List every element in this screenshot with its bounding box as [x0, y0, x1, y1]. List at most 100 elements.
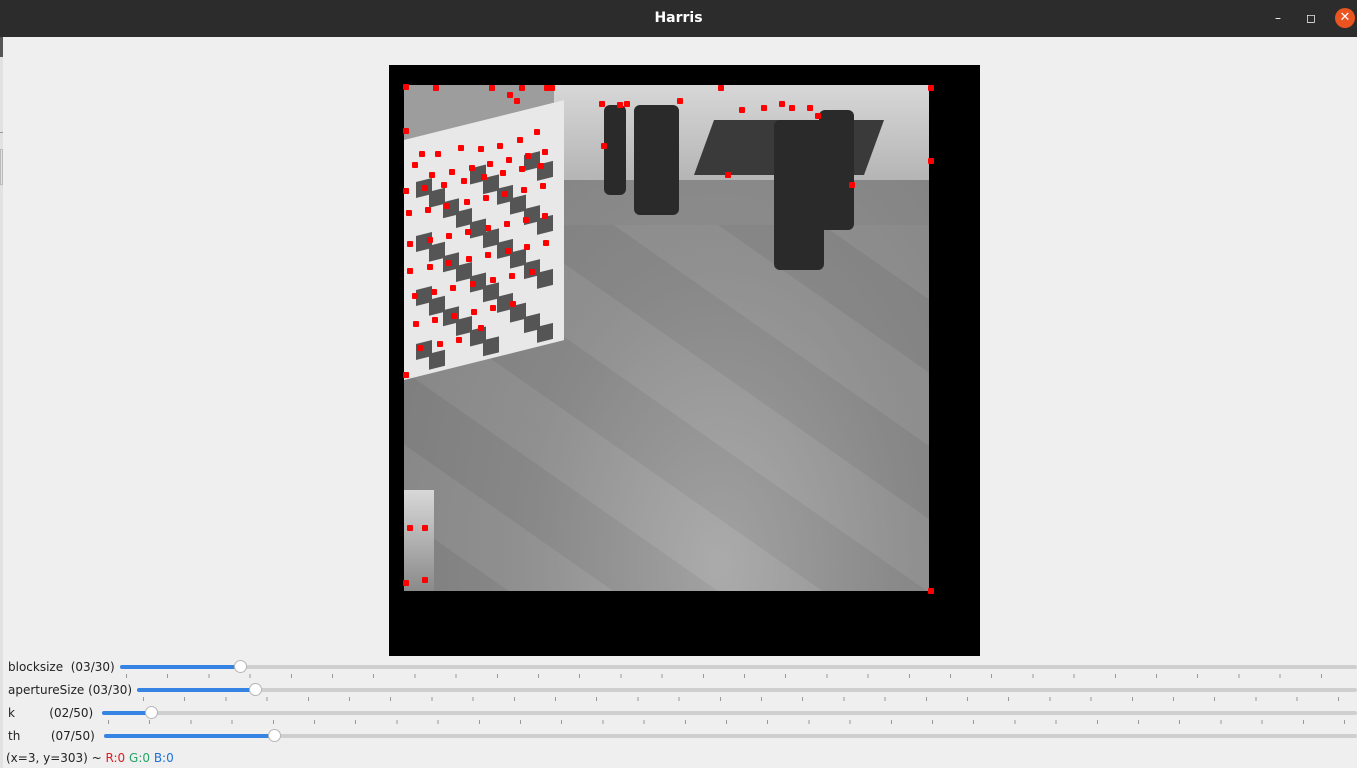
- corner-marker: [540, 183, 546, 189]
- trackbar-th[interactable]: th (07/50): [0, 728, 1357, 751]
- trackbar-fill: [104, 734, 274, 738]
- corner-marker: [427, 264, 433, 270]
- trackbar-track[interactable]: [137, 683, 1357, 696]
- corner-marker: [519, 166, 525, 172]
- edge-marker: [0, 37, 3, 57]
- corner-marker: [478, 325, 484, 331]
- corner-marker: [928, 588, 934, 594]
- corner-marker: [485, 225, 491, 231]
- window-title: Harris: [654, 10, 703, 26]
- corner-marker: [761, 105, 767, 111]
- trackbar-handle[interactable]: [145, 706, 158, 719]
- trackbar-blocksize[interactable]: blocksize (03/30): [0, 659, 1357, 682]
- corner-marker: [437, 341, 443, 347]
- corner-marker: [599, 101, 605, 107]
- corner-marker: [465, 229, 471, 235]
- corner-marker: [441, 182, 447, 188]
- trackbar-ticks: [108, 720, 1357, 724]
- trackbar-label: th (07/50): [8, 729, 95, 743]
- corner-marker: [849, 182, 855, 188]
- corner-marker: [534, 129, 540, 135]
- window-titlebar[interactable]: Harris – ◻ ✕: [0, 0, 1357, 37]
- trackbar-ticks: [143, 697, 1357, 701]
- corner-marker: [538, 163, 544, 169]
- corner-marker: [433, 85, 439, 91]
- maximize-icon[interactable]: ◻: [1301, 8, 1321, 28]
- status-bar: (x=3, y=303) ~ R:0 G:0 B:0: [6, 751, 174, 765]
- corner-marker: [481, 174, 487, 180]
- corner-marker: [617, 102, 623, 108]
- corner-marker: [431, 289, 437, 295]
- corner-marker: [509, 273, 515, 279]
- corner-marker: [524, 244, 530, 250]
- corner-marker: [471, 309, 477, 315]
- corner-marker: [417, 345, 423, 351]
- trackbar-handle[interactable]: [234, 660, 247, 673]
- corner-marker: [542, 149, 548, 155]
- checker-square: [537, 268, 553, 289]
- minimize-icon[interactable]: –: [1268, 8, 1288, 28]
- corner-marker: [523, 217, 529, 223]
- edge-divider: [0, 132, 3, 133]
- corner-marker: [549, 85, 555, 91]
- corner-marker: [403, 128, 409, 134]
- corner-marker: [677, 98, 683, 104]
- corner-marker: [542, 213, 548, 219]
- corner-marker: [422, 185, 428, 191]
- trackbar-ticks: [126, 674, 1357, 678]
- corner-marker: [739, 107, 745, 113]
- trackbar-handle[interactable]: [249, 683, 262, 696]
- trackbar-handle[interactable]: [268, 729, 281, 742]
- trackbar-label: blocksize (03/30): [8, 660, 115, 674]
- image-canvas[interactable]: [389, 65, 980, 656]
- status-red: R:0: [105, 751, 126, 765]
- corner-marker: [504, 221, 510, 227]
- corner-marker: [403, 372, 409, 378]
- checker-square: [537, 322, 553, 343]
- corner-marker: [429, 172, 435, 178]
- corner-marker: [403, 580, 409, 586]
- camera-image: [404, 85, 929, 591]
- corner-marker: [432, 317, 438, 323]
- corner-marker: [458, 145, 464, 151]
- corner-marker: [506, 157, 512, 163]
- corner-marker: [466, 256, 472, 262]
- corner-marker: [543, 240, 549, 246]
- trackbar-aperturesize[interactable]: apertureSize (03/30): [0, 682, 1357, 705]
- corner-marker: [485, 252, 491, 258]
- corner-marker: [624, 101, 630, 107]
- corner-marker: [407, 268, 413, 274]
- checker-square: [483, 336, 499, 357]
- status-green: G:0: [129, 751, 150, 765]
- corner-marker: [521, 187, 527, 193]
- trackbar-track[interactable]: [102, 706, 1357, 719]
- corner-marker: [507, 92, 513, 98]
- trackbar-track[interactable]: [120, 660, 1357, 673]
- corner-marker: [505, 248, 511, 254]
- corner-marker: [403, 188, 409, 194]
- corner-marker: [529, 269, 535, 275]
- corner-marker: [487, 161, 493, 167]
- trackbar-fill: [137, 688, 255, 692]
- trackbar-track[interactable]: [104, 729, 1357, 742]
- image-device: [404, 490, 434, 591]
- status-blue: B:0: [153, 751, 174, 765]
- corner-marker: [407, 525, 413, 531]
- close-icon[interactable]: ✕: [1335, 8, 1355, 28]
- corner-marker: [413, 321, 419, 327]
- corner-marker: [444, 203, 450, 209]
- trackbar-label: k (02/50): [8, 706, 94, 720]
- corner-marker: [815, 113, 821, 119]
- corner-marker: [490, 277, 496, 283]
- trackbar-label: apertureSize (03/30): [8, 683, 133, 697]
- image-chair: [604, 105, 626, 195]
- corner-marker: [490, 305, 496, 311]
- image-chair: [819, 110, 854, 230]
- corner-marker: [517, 137, 523, 143]
- trackbar-k[interactable]: k (02/50): [0, 705, 1357, 728]
- corner-marker: [725, 172, 731, 178]
- corner-marker: [928, 85, 934, 91]
- corner-marker: [456, 337, 462, 343]
- corner-marker: [478, 146, 484, 152]
- corner-marker: [807, 105, 813, 111]
